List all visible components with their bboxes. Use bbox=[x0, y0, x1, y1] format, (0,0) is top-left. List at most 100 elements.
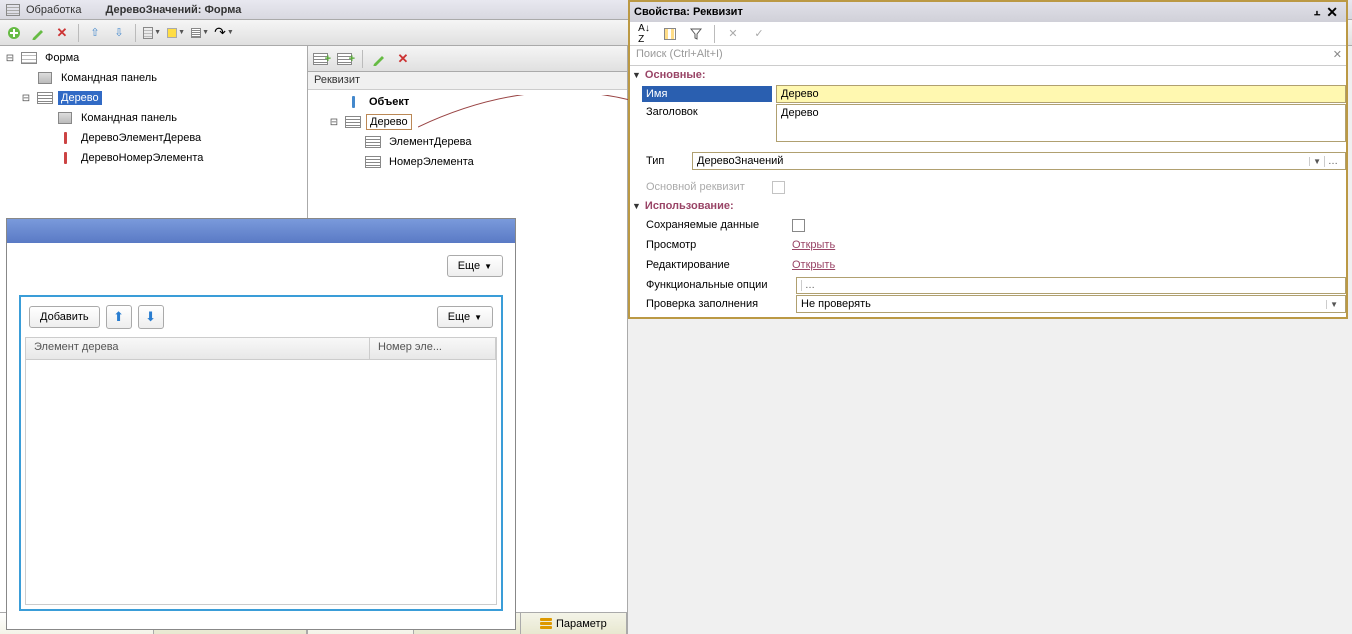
prop-label: Заголовок bbox=[642, 104, 772, 120]
tree-row[interactable]: Командная панель bbox=[0, 68, 307, 88]
tree-row[interactable]: ДеревоНомерЭлемента bbox=[0, 148, 307, 168]
mid-toolbar: + + ✕ bbox=[308, 46, 627, 72]
properties-title: Свойства: Реквизит bbox=[634, 6, 743, 18]
button-label: Добавить bbox=[40, 311, 89, 323]
preview-table-toolbar: Добавить ⬆ ⬇ Еще ▼ bbox=[25, 301, 497, 333]
tree-label-selected: Дерево bbox=[58, 91, 102, 105]
preview-grid[interactable]: Элемент дерева Номер эле... bbox=[25, 337, 497, 605]
form-preview: Еще ▼ Добавить ⬆ ⬇ Еще ▼ Элемент дерева bbox=[6, 218, 516, 630]
close-button[interactable]: ✕ bbox=[1322, 4, 1342, 21]
edit-button[interactable] bbox=[369, 49, 389, 69]
properties-panel: Свойства: Реквизит ⫠ ✕ A↓Z ✕ ✓ Поиск (Ct… bbox=[628, 0, 1348, 319]
view-link[interactable]: Открыть bbox=[792, 239, 835, 251]
tree-row-derevo[interactable]: ⊟ Дерево bbox=[0, 88, 307, 108]
edit-link[interactable]: Открыть bbox=[792, 259, 835, 271]
button-label: Еще bbox=[448, 311, 470, 323]
tab-parameters[interactable]: Параметр bbox=[521, 613, 627, 634]
collapse-arrow-icon: ▼ bbox=[632, 70, 641, 80]
move-up-button[interactable]: ⬆ bbox=[106, 305, 132, 329]
check-select[interactable]: Не проверять ▼ bbox=[796, 295, 1346, 313]
tree-row[interactable]: НомерЭлемента bbox=[308, 152, 627, 172]
prop-row-header: Заголовок bbox=[630, 104, 1346, 145]
sort-button[interactable]: A↓Z bbox=[634, 24, 654, 44]
grid-header: Элемент дерева Номер эле... bbox=[26, 338, 496, 360]
title-prefix: Обработка bbox=[26, 4, 81, 16]
ellipsis-button[interactable]: … bbox=[801, 280, 818, 291]
prop-label: Функциональные опции bbox=[642, 277, 792, 293]
dropdown-icon[interactable]: ▼ bbox=[1326, 300, 1341, 309]
tree-label: ДеревоЭлементДерева bbox=[78, 131, 204, 145]
tree-row[interactable]: Командная панель bbox=[0, 108, 307, 128]
clear-button: ✕ bbox=[723, 24, 743, 44]
saved-checkbox[interactable] bbox=[792, 219, 805, 232]
prop-label: Имя bbox=[642, 86, 772, 102]
more-button[interactable]: Еще ▼ bbox=[447, 255, 503, 277]
collapse-icon[interactable]: ⊟ bbox=[328, 117, 340, 128]
button-label: Еще bbox=[458, 260, 480, 272]
prop-row-view: Просмотр Открыть bbox=[630, 235, 1346, 255]
properties-search[interactable]: Поиск (Ctrl+Alt+I) ✕ bbox=[630, 46, 1346, 66]
prop-label: Основной реквизит bbox=[642, 179, 772, 195]
tree-row[interactable]: ДеревоЭлементДерева bbox=[0, 128, 307, 148]
section-main[interactable]: ▼ Основные: bbox=[630, 66, 1346, 84]
dropdown-icon[interactable]: ▼ bbox=[1309, 157, 1324, 166]
pin-icon[interactable]: ⫠ bbox=[1314, 6, 1321, 19]
categorize-button[interactable] bbox=[660, 24, 680, 44]
add-button[interactable] bbox=[4, 23, 24, 43]
type-value: ДеревоЗначений bbox=[697, 155, 783, 167]
tree-row-derevo-req[interactable]: ⊟ Дерево bbox=[308, 112, 627, 132]
header-input[interactable] bbox=[776, 104, 1346, 142]
filter-button[interactable] bbox=[686, 24, 706, 44]
properties-title-bar: Свойства: Реквизит ⫠ ✕ bbox=[630, 2, 1346, 22]
delete-button[interactable]: ✕ bbox=[393, 49, 413, 69]
prop-label: Редактирование bbox=[642, 257, 792, 273]
column-header[interactable]: Элемент дерева bbox=[26, 338, 370, 359]
add-column-button[interactable]: + bbox=[312, 49, 332, 69]
prop-row-mainreq: Основной реквизит bbox=[630, 177, 1346, 197]
tree-row-form[interactable]: ⊟ Форма bbox=[0, 48, 307, 68]
move-down-button[interactable]: ⇩ bbox=[109, 23, 129, 43]
tree-row[interactable]: ЭлементДерева bbox=[308, 132, 627, 152]
search-placeholder: Поиск (Ctrl+Alt+I) bbox=[636, 48, 723, 60]
add-subcolumn-button[interactable]: + bbox=[336, 49, 356, 69]
clear-search-icon[interactable]: ✕ bbox=[1333, 48, 1342, 61]
section-label: Использование: bbox=[645, 200, 734, 212]
table-more-button[interactable]: Еще ▼ bbox=[437, 306, 493, 328]
form-icon bbox=[6, 4, 20, 16]
tree-label: Объект bbox=[366, 95, 412, 109]
prop-row-name: Имя bbox=[630, 84, 1346, 104]
name-input[interactable] bbox=[776, 85, 1346, 103]
delete-button[interactable]: ✕ bbox=[52, 23, 72, 43]
ellipsis-button[interactable]: … bbox=[1324, 156, 1341, 167]
apply-button: ✓ bbox=[749, 24, 769, 44]
move-up-button[interactable]: ⇧ bbox=[85, 23, 105, 43]
preview-titlebar bbox=[7, 219, 515, 243]
prop-row-func: Функциональные опции … bbox=[630, 275, 1346, 295]
list-button[interactable]: ▼ bbox=[190, 23, 210, 43]
add-row-button[interactable]: Добавить bbox=[29, 306, 100, 328]
tree-row-object[interactable]: Объект bbox=[308, 92, 627, 112]
properties-toolbar: A↓Z ✕ ✓ bbox=[630, 22, 1346, 46]
mid-title: Реквизит bbox=[308, 72, 627, 90]
move-down-button[interactable]: ⬇ bbox=[138, 305, 164, 329]
highlight-button[interactable]: ▼ bbox=[166, 23, 186, 43]
column-header[interactable]: Номер эле... bbox=[370, 338, 496, 359]
func-options-field[interactable]: … bbox=[796, 277, 1346, 294]
edit-button[interactable] bbox=[28, 23, 48, 43]
preview-table-container: Добавить ⬆ ⬇ Еще ▼ Элемент дерева Номер … bbox=[19, 295, 503, 611]
tree-label-highlighted: Дерево bbox=[366, 114, 412, 130]
collapse-icon[interactable]: ⊟ bbox=[20, 93, 32, 104]
section-usage[interactable]: ▼ Использование: bbox=[630, 197, 1346, 215]
tree-label: Командная панель bbox=[78, 111, 180, 125]
section-label: Основные: bbox=[645, 69, 706, 81]
tree-label: Командная панель bbox=[58, 71, 160, 85]
check-value: Не проверять bbox=[801, 298, 871, 310]
goto-button[interactable]: ↷▼ bbox=[214, 23, 234, 43]
prop-label: Проверка заполнения bbox=[642, 296, 792, 312]
prop-label: Тип bbox=[642, 153, 688, 169]
type-select[interactable]: ДеревоЗначений ▼ … bbox=[692, 152, 1346, 170]
detail-view-button[interactable]: ▼ bbox=[142, 23, 162, 43]
mainreq-checkbox bbox=[772, 181, 785, 194]
collapse-icon[interactable]: ⊟ bbox=[4, 53, 16, 64]
prop-row-check: Проверка заполнения Не проверять ▼ bbox=[630, 295, 1346, 317]
